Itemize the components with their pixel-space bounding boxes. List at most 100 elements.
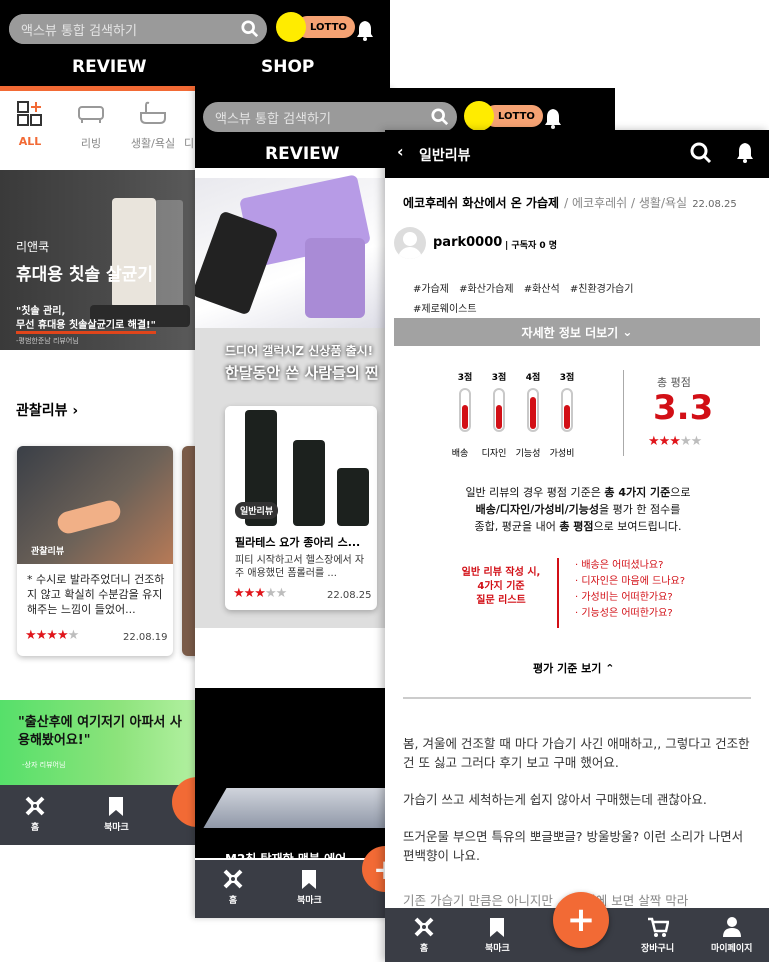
tab-review[interactable]: REVIEW [72,57,147,77]
nav-bookmark[interactable]: 북마크 [297,868,322,906]
back-button[interactable]: ‹ [397,142,404,161]
nav-cart[interactable]: 장바구니 [641,916,674,954]
person-icon [722,917,741,937]
search-placeholder: 액스뷰 통합 검색하기 [215,111,331,127]
score-gauge [459,388,471,432]
green-banner[interactable]: "출산후에 여기저기 아파서 사용해봤어요!" -상자 리뷰어님 [0,700,195,785]
hashtag[interactable]: #가습제 [413,284,449,295]
total-rating: ★★★★★ [648,434,702,449]
nav-bookmark[interactable]: 북마크 [485,916,510,954]
phone-image [305,238,365,318]
guide-title: 일반 리뷰 작성 시, 4가지 기준 질문 리스트 [445,566,557,608]
bookmark-icon [302,870,317,889]
hashtag[interactable]: #화산가습제 [459,284,513,295]
criteria-toggle[interactable]: 평가 기준 보기 ⌃ [533,660,614,676]
score-gauge [527,388,539,432]
banner-brand: 리앤쿡 [16,240,50,254]
plus-icon: + [566,900,596,940]
review-body: 봄, 겨울에 건조할 때 마다 가습기 사긴 애매하고,, 그렇다고 건조한건 … [403,734,755,910]
home-logo-icon [223,869,243,889]
nav-label: 마이페이지 [711,944,753,954]
category-more[interactable]: 디 [184,101,195,151]
category-all[interactable]: ALL [0,101,60,151]
tab-review[interactable]: REVIEW [265,144,340,164]
foam-roller-image [337,468,369,526]
post-date: 22.08.25 [692,199,737,210]
home-logo-icon [414,917,434,937]
bell-icon[interactable] [735,141,755,163]
search-icon[interactable] [241,20,259,38]
review-card[interactable]: 관찰리뷰 * 수시로 발라주었더니 건조하지 않고 확실히 수분감을 유지해주는… [17,446,173,656]
search-input[interactable]: 액스뷰 통합 검색하기 [203,102,457,132]
search-icon[interactable] [690,142,712,164]
search-placeholder: 액스뷰 통합 검색하기 [21,23,137,39]
lotto-button[interactable]: LOTTO [276,12,355,42]
hashtag[interactable]: #친환경가습기 [570,284,634,295]
nav-home[interactable]: 홈 [222,868,244,906]
review-title: 에코후레쉬 화산에서 온 가습제 [403,196,560,210]
nav-label: 장바구니 [641,944,675,954]
score-label: 배송 [451,449,469,459]
macbook-banner[interactable]: M2칩 탑재한 맥북 에어 [195,688,395,866]
score-gauge-fill [462,405,468,429]
header-title: 일반리뷰 [419,148,471,164]
username[interactable]: park0000 [433,235,502,250]
hashtag[interactable]: #제로웨이스트 [413,304,477,315]
tab-shop[interactable]: SHOP [261,57,314,77]
chevron-up-icon: ⌃ [605,662,615,675]
nav-home[interactable]: 홈 [413,916,435,954]
review-card-peek[interactable] [182,446,195,656]
write-review-fab[interactable] [172,777,195,827]
card-date: 22.08.25 [327,590,372,601]
bell-icon[interactable] [543,107,563,129]
total-score: 3.3 [653,388,714,428]
nav-home[interactable]: 홈 [24,795,46,833]
review-card[interactable]: 일반리뷰 필라테스 요가 종아리 스... 피티 시작하고서 헬스장에서 자주 … [225,406,377,610]
sofa-icon [78,106,104,123]
lotto-button[interactable]: LOTTO [464,101,543,131]
score-gauge-fill [496,405,502,429]
review-title-row: 에코후레쉬 화산에서 온 가습제 / 에코후레쉬 / 생활/욕실 22.08.2… [403,192,763,211]
banner-image [195,174,395,328]
banner-line2: 한달동안 쓴 사람들의 찐 [225,364,379,382]
more-info-button[interactable]: 자세한 정보 더보기 ⌄ [394,318,760,346]
banner-quote: 무선 휴대용 칫솔살균기로 해결!" [16,316,156,334]
score-value: 3점 [559,373,575,383]
card-badge: 일반리뷰 [235,502,279,519]
nav-label: 북마크 [485,944,510,954]
question-item: · 가성비는 어떠한가요? [575,592,673,603]
category-label: 디 [184,137,195,150]
question-item: · 배송은 어떠셨나요? [575,560,664,571]
cart-icon [647,917,670,937]
guide-divider [557,558,559,628]
avatar[interactable] [394,227,426,259]
card-badge: 관찰리뷰 [31,547,65,557]
breadcrumb[interactable]: / 에코후레쉬 / 생활/욕실 [564,196,687,210]
nav-label: 홈 [419,944,429,954]
search-input[interactable]: 액스뷰 통합 검색하기 [9,14,267,44]
card-text: * 수시로 발라주었더니 건조하지 않고 확실히 수분감을 유지해주는 느낌이 … [27,573,165,616]
hashtag[interactable]: #화산석 [524,284,560,295]
write-review-fab[interactable]: + [553,892,609,948]
category-living[interactable]: 리빙 [60,101,122,151]
search-icon[interactable] [431,108,449,126]
banner-author: -평범한준남 리뷰어님 [16,337,79,345]
guide-title-line: 4가지 기준 [477,581,525,592]
score-gauge-fill [530,397,536,429]
card-rating: ★★★★★ [233,586,287,601]
review-paragraph: 가습기 쓰고 세척하는게 쉽지 않아서 구매했는데 괜찮아요. [403,792,707,807]
nav-mypage[interactable]: 마이페이지 [711,916,752,954]
home-logo-icon [25,796,45,816]
nav-bookmark[interactable]: 북마크 [104,795,129,833]
question-item: · 디자인은 마음에 드나요? [575,576,686,587]
promo-banner[interactable]: 리앤쿡 휴대용 칫솔 살균기 "칫솔 관리, 무선 휴대용 칫솔살균기로 해결!… [0,170,195,350]
tag-list: #가습제 #화산가습제 #화산석 #친환경가습기 #제로웨이스트 [413,278,653,318]
criteria-text: 종합, 평균을 내어 [474,520,560,533]
bell-icon[interactable] [355,19,375,41]
review-feed-screen: 액스뷰 통합 검색하기 REVIEW 드디어 갤럭시Z 신상품 출시! 한달동안… [195,88,395,918]
score-gauge [493,388,505,432]
nav-label: 홈 [30,823,40,833]
category-bath[interactable]: 생활/욕실 [122,101,184,151]
section-title-observation[interactable]: 관찰리뷰 › [16,400,78,420]
phone-image [195,210,279,316]
